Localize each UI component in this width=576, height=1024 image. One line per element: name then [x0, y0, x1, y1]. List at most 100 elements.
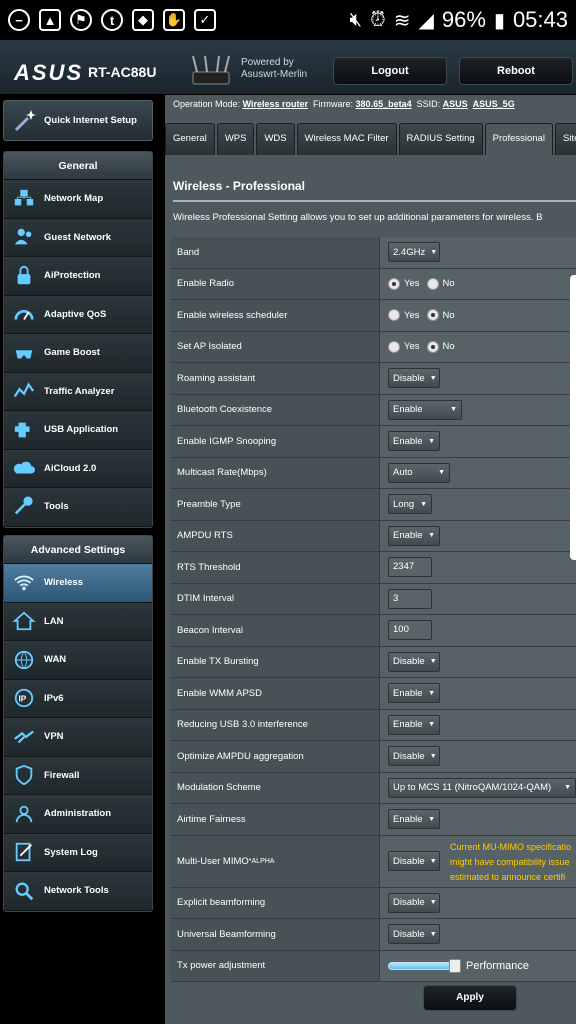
enable-radio-no-radio[interactable]: No: [426, 277, 455, 290]
overlay-edge: [570, 275, 576, 560]
tab-wireless-mac-filter[interactable]: Wireless MAC Filter: [296, 123, 397, 155]
mu-mimo-note: Current MU-MIMO specificatio might have c…: [450, 841, 572, 882]
tab-radius-setting[interactable]: RADIUS Setting: [398, 123, 483, 155]
sidebar-item-aicloud-2-0[interactable]: AiCloud 2.0: [4, 449, 152, 488]
tab-site[interactable]: Site: [554, 123, 576, 155]
sidebar-item-guest-network[interactable]: Guest Network: [4, 218, 152, 257]
enable-radio-yes-radio[interactable]: Yes: [388, 277, 420, 290]
chevron-down-icon: ▼: [428, 815, 435, 823]
setting-value: Up to MCS 11 (NitroQAM/1024-QAM) ▼: [380, 772, 576, 803]
sidebar-item-aiprotection[interactable]: AiProtection: [4, 257, 152, 296]
setting-value: Enable ▼: [380, 709, 576, 740]
photos-icon: ▲: [39, 9, 61, 31]
airtime-fairness-select[interactable]: Enable ▼: [388, 809, 440, 830]
set-ap-isolated-no-radio[interactable]: No: [426, 340, 455, 353]
setting-label: Reducing USB 3.0 interference: [170, 709, 380, 740]
sidebar-item-lan[interactable]: LAN: [4, 602, 152, 641]
sidebar-item-adaptive-qos[interactable]: Adaptive QoS: [4, 295, 152, 334]
optimize-ampdu-aggregation-select[interactable]: Disable ▼: [388, 746, 440, 767]
logout-button[interactable]: Logout: [333, 57, 447, 85]
universal-beamforming-select[interactable]: Disable ▼: [388, 924, 440, 945]
setting-row-dtim-interval: DTIM Interval 3: [170, 583, 576, 615]
sidebar-item-label: Network Map: [44, 193, 104, 205]
modulation-scheme-select[interactable]: Up to MCS 11 (NitroQAM/1024-QAM) ▼: [388, 777, 576, 798]
sidebar-item-system-log[interactable]: System Log: [4, 833, 152, 872]
multi-user-mimo-select[interactable]: Disable ▼: [388, 851, 440, 871]
preamble-type-select[interactable]: Long ▼: [388, 494, 432, 515]
ampdu-rts-select[interactable]: Enable ▼: [388, 525, 440, 546]
administration-icon: [10, 802, 38, 826]
sidebar-item-firewall[interactable]: Firewall: [4, 756, 152, 795]
radio-circle[interactable]: [426, 340, 439, 353]
roaming-assistant-select[interactable]: Disable ▼: [388, 368, 440, 389]
radio-circle[interactable]: [388, 277, 400, 290]
tab-wps[interactable]: WPS: [216, 123, 255, 155]
firmware-link[interactable]: 380.65_beta4: [356, 99, 412, 109]
magic-wand-icon: [14, 109, 36, 131]
apply-button[interactable]: Apply: [423, 985, 517, 1011]
rts-threshold-input[interactable]: 2347: [388, 557, 432, 578]
tab-professional[interactable]: Professional: [484, 123, 553, 155]
usb-application-icon: [10, 418, 38, 442]
lan-icon: [10, 609, 38, 633]
powered-by: Powered by Asuswrt-Merlin: [241, 57, 308, 80]
ipv6-icon: IP: [10, 686, 38, 710]
tx-power-slider[interactable]: [388, 958, 461, 973]
sidebar-item-network-tools[interactable]: Network Tools: [4, 872, 152, 911]
chevron-down-icon: ▼: [428, 532, 435, 540]
setting-value: Disable ▼: [380, 646, 576, 677]
ssid-5g-link[interactable]: ASUS_5G: [473, 99, 515, 109]
vpn-icon: [10, 725, 38, 749]
operation-mode-link[interactable]: Wireless router: [243, 99, 308, 109]
sidebar-item-usb-application[interactable]: USB Application: [4, 411, 152, 450]
setting-value: Disable ▼: [380, 887, 576, 918]
dtim-interval-input[interactable]: 3: [388, 588, 432, 609]
sidebar-item-game-boost[interactable]: Game Boost: [4, 334, 152, 373]
setting-label: Enable IGMP Snooping: [170, 426, 380, 457]
tab-wds[interactable]: WDS: [256, 123, 295, 155]
ssid-link[interactable]: ASUS: [443, 99, 468, 109]
slider-handle[interactable]: [449, 958, 461, 973]
sidebar-item-vpn[interactable]: VPN: [4, 718, 152, 757]
sidebar-item-tools[interactable]: Tools: [4, 488, 152, 527]
setting-label: Enable wireless scheduler: [170, 300, 380, 331]
sidebar-item-wan[interactable]: WAN: [4, 641, 152, 680]
setting-value: Enable ▼: [380, 804, 576, 835]
enable-wireless-scheduler-yes-radio[interactable]: Yes: [388, 309, 420, 322]
sidebar-item-network-map[interactable]: Network Map: [4, 180, 152, 219]
title-divider: [173, 200, 576, 202]
sidebar-item-ipv6[interactable]: IP IPv6: [4, 679, 152, 718]
sidebar-item-traffic-analyzer[interactable]: Traffic Analyzer: [4, 372, 152, 411]
setting-label: Beacon Interval: [170, 615, 380, 646]
beacon-interval-input[interactable]: 100: [388, 620, 432, 641]
checklist-icon: ✓: [194, 9, 216, 31]
clock: 05:43: [512, 7, 568, 32]
setting-value: Disable ▼: [380, 363, 576, 394]
setting-label: Multicast Rate(Mbps): [170, 457, 380, 488]
enable-tx-bursting-select[interactable]: Disable ▼: [388, 651, 440, 672]
setting-label: Multi-User MIMO *ALPHA: [170, 835, 380, 887]
reducing-usb-3-0-interference-select[interactable]: Enable ▼: [388, 714, 440, 735]
set-ap-isolated-yes-radio[interactable]: Yes: [388, 340, 420, 353]
sidebar-item-label: Game Boost: [44, 347, 100, 359]
radio-circle[interactable]: [426, 277, 439, 290]
explicit-beamforming-select[interactable]: Disable ▼: [388, 892, 440, 913]
multicast-rate-mbps-select[interactable]: Auto ▼: [388, 462, 450, 483]
enable-wireless-scheduler-no-radio[interactable]: No: [426, 309, 455, 322]
radio-circle[interactable]: [388, 340, 400, 353]
quick-internet-setup-button[interactable]: Quick Internet Setup: [3, 100, 153, 141]
sidebar-item-administration[interactable]: Administration: [4, 795, 152, 834]
sidebar-item-wireless[interactable]: Wireless: [4, 564, 152, 603]
radio-circle[interactable]: [426, 309, 439, 322]
band-select[interactable]: 2.4GHz ▼: [388, 242, 440, 263]
setting-label: Enable WMM APSD: [170, 678, 380, 709]
tab-general[interactable]: General: [165, 123, 215, 155]
enable-igmp-snooping-select[interactable]: Enable ▼: [388, 431, 440, 452]
reboot-button[interactable]: Reboot: [459, 57, 573, 85]
radio-circle[interactable]: [388, 309, 400, 322]
bluetooth-coexistence-select[interactable]: Enable ▼: [388, 399, 462, 420]
alpha-tag: *ALPHA: [248, 857, 275, 865]
chevron-down-icon: ▼: [429, 857, 437, 865]
chevron-down-icon: ▼: [429, 752, 437, 760]
enable-wmm-apsd-select[interactable]: Enable ▼: [388, 683, 440, 704]
